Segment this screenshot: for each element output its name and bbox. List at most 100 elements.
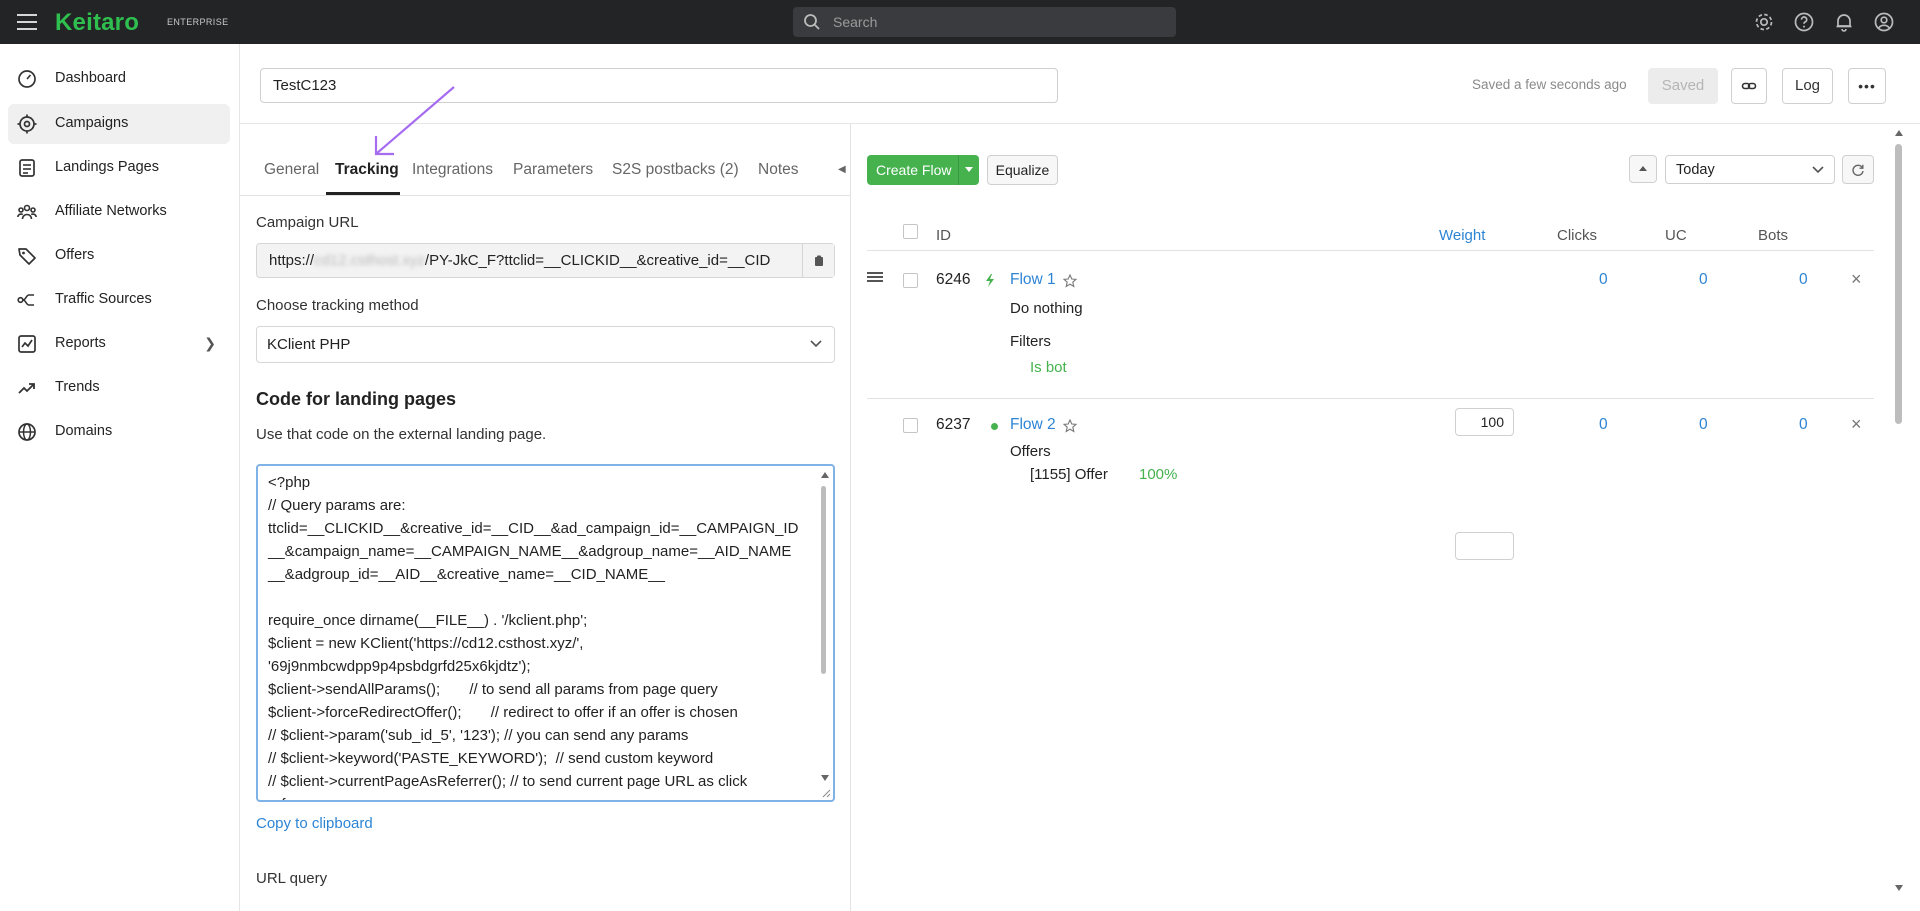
search-placeholder: Search — [833, 14, 878, 30]
sidebar: Dashboard Campaigns Landings Pages Affil… — [0, 44, 240, 911]
tab-parameters[interactable]: Parameters — [513, 161, 593, 179]
code-section-description: Use that code on the external landing pa… — [256, 426, 547, 443]
sidebar-item-trends[interactable]: Trends — [8, 368, 230, 408]
sidebar-item-traffic-sources[interactable]: Traffic Sources — [8, 280, 230, 320]
copy-to-clipboard-link[interactable]: Copy to clipboard — [256, 815, 373, 832]
row-checkbox[interactable] — [903, 418, 918, 433]
tab-tracking[interactable]: Tracking — [335, 161, 399, 179]
target-icon — [17, 114, 37, 134]
refresh-button[interactable] — [1842, 155, 1874, 184]
code-scrollbar[interactable] — [819, 468, 831, 798]
flow-section-label: Filters — [1010, 333, 1051, 350]
network-icon — [17, 204, 37, 220]
tracking-panel: General Tracking Integrations Parameters… — [240, 124, 851, 911]
table-row[interactable]: 6237 Flow 2 Offers [1155] Offer 100% 0 0… — [867, 400, 1874, 560]
equalize-button[interactable]: Equalize — [987, 155, 1058, 185]
sort-up-button[interactable] — [1629, 155, 1657, 183]
column-clicks[interactable]: Clicks — [1557, 227, 1597, 244]
flows-table-header: ID Weight Clicks UC Bots — [867, 209, 1874, 251]
flow-name-link[interactable]: Flow 2 — [1010, 416, 1056, 434]
settings-icon[interactable] — [1753, 11, 1775, 33]
resize-handle-icon[interactable] — [821, 788, 831, 798]
tab-s2s-postbacks[interactable]: S2S postbacks (2) — [612, 161, 739, 179]
sidebar-item-affiliate-networks[interactable]: Affiliate Networks — [8, 192, 230, 232]
code-section-title: Code for landing pages — [256, 389, 457, 409]
create-flow-label: Create Flow — [876, 162, 952, 178]
saved-button[interactable]: Saved — [1648, 68, 1718, 104]
campaign-url-label: Campaign URL — [256, 214, 359, 231]
sidebar-item-campaigns[interactable]: Campaigns — [8, 104, 230, 144]
search-input[interactable]: Search — [793, 7, 1176, 37]
drag-handle-icon[interactable] — [867, 272, 883, 282]
tab-general[interactable]: General — [264, 161, 319, 179]
flow-section-label: Offers — [1010, 443, 1051, 460]
weight-input[interactable] — [1455, 532, 1514, 560]
delete-flow-icon[interactable]: × — [1851, 414, 1862, 435]
tab-notes[interactable]: Notes — [758, 161, 799, 179]
scroll-up-icon — [1895, 130, 1903, 136]
flow-weight-input[interactable]: 100 — [1455, 408, 1514, 436]
delete-flow-icon[interactable]: × — [1851, 269, 1862, 290]
sidebar-item-label: Dashboard — [55, 70, 126, 86]
column-id[interactable]: ID — [936, 227, 951, 244]
page-scrollbar[interactable] — [1891, 124, 1905, 911]
app-edition: ENTERPRISE — [167, 17, 229, 27]
flow-uc[interactable]: 0 — [1699, 271, 1708, 289]
flow-clicks[interactable]: 0 — [1599, 416, 1608, 434]
sidebar-item-label: Campaigns — [55, 115, 129, 131]
flow-name-link[interactable]: Flow 1 — [1010, 271, 1056, 289]
help-icon[interactable] — [1793, 11, 1815, 33]
select-all-checkbox[interactable] — [903, 224, 918, 239]
tabs-scroll-left-icon[interactable]: ◀ — [838, 164, 846, 175]
notifications-icon[interactable] — [1833, 11, 1855, 33]
sidebar-item-label: Offers — [55, 247, 95, 263]
sidebar-item-offers[interactable]: Offers — [8, 236, 230, 276]
scroll-down-icon — [1895, 885, 1903, 891]
tag-icon — [18, 248, 36, 265]
log-button[interactable]: Log — [1782, 68, 1833, 104]
flow-bots[interactable]: 0 — [1799, 416, 1808, 434]
star-icon[interactable] — [1063, 419, 1077, 433]
flow-offer: [1155] Offer — [1030, 466, 1108, 483]
link-button[interactable] — [1731, 68, 1767, 104]
flow-id: 6246 — [936, 271, 971, 288]
sidebar-item-dashboard[interactable]: Dashboard — [8, 59, 230, 99]
sidebar-item-reports[interactable]: Reports ❯ — [8, 324, 230, 364]
copy-url-button[interactable] — [802, 244, 834, 277]
flow-clicks[interactable]: 0 — [1599, 271, 1608, 289]
menu-icon[interactable] — [17, 14, 37, 30]
tracking-method-value: KClient PHP — [267, 336, 351, 353]
sidebar-item-domains[interactable]: Domains — [8, 412, 230, 452]
date-range-select[interactable]: Today — [1665, 155, 1835, 184]
create-flow-button[interactable]: Create Flow — [867, 155, 979, 185]
account-icon[interactable] — [1873, 11, 1895, 33]
column-weight[interactable]: Weight — [1439, 227, 1485, 244]
tab-integrations[interactable]: Integrations — [412, 161, 493, 179]
column-bots[interactable]: Bots — [1758, 227, 1788, 244]
more-button[interactable]: ••• — [1848, 68, 1886, 104]
star-icon[interactable] — [1063, 274, 1077, 288]
chevron-down-icon — [1812, 166, 1824, 174]
tracking-method-select[interactable]: KClient PHP — [256, 326, 835, 363]
campaign-url-field[interactable]: https://cd12.csthost.xyz/PY-JkC_F?ttclid… — [256, 243, 835, 278]
landing-page-icon — [19, 159, 35, 177]
landing-code-textarea[interactable]: <?php// Query params are: ttclid=__CLICKI… — [256, 464, 835, 802]
app-logo[interactable]: Keitaro — [55, 9, 139, 37]
active-tab-indicator — [326, 192, 400, 195]
sidebar-item-label: Reports — [55, 335, 106, 351]
flow-offer-share: 100% — [1139, 466, 1178, 483]
url-query-label: URL query — [256, 870, 328, 887]
code-scroll-thumb[interactable] — [821, 486, 826, 674]
caret-down-icon[interactable] — [965, 167, 973, 172]
page-scroll-thumb[interactable] — [1895, 144, 1902, 424]
flow-bots[interactable]: 0 — [1799, 271, 1808, 289]
chart-icon — [18, 335, 36, 353]
flow-uc[interactable]: 0 — [1699, 416, 1708, 434]
table-row[interactable]: 6246 Flow 1 Do nothing Filters Is bot 0 … — [867, 252, 1874, 399]
flows-panel: Create Flow Equalize Today ID Weight Cli… — [851, 124, 1920, 911]
row-checkbox[interactable] — [903, 273, 918, 288]
scroll-down-icon — [821, 775, 829, 781]
sidebar-item-landing-pages[interactable]: Landings Pages — [8, 148, 230, 188]
column-uc[interactable]: UC — [1665, 227, 1687, 244]
dashboard-icon — [18, 70, 36, 88]
